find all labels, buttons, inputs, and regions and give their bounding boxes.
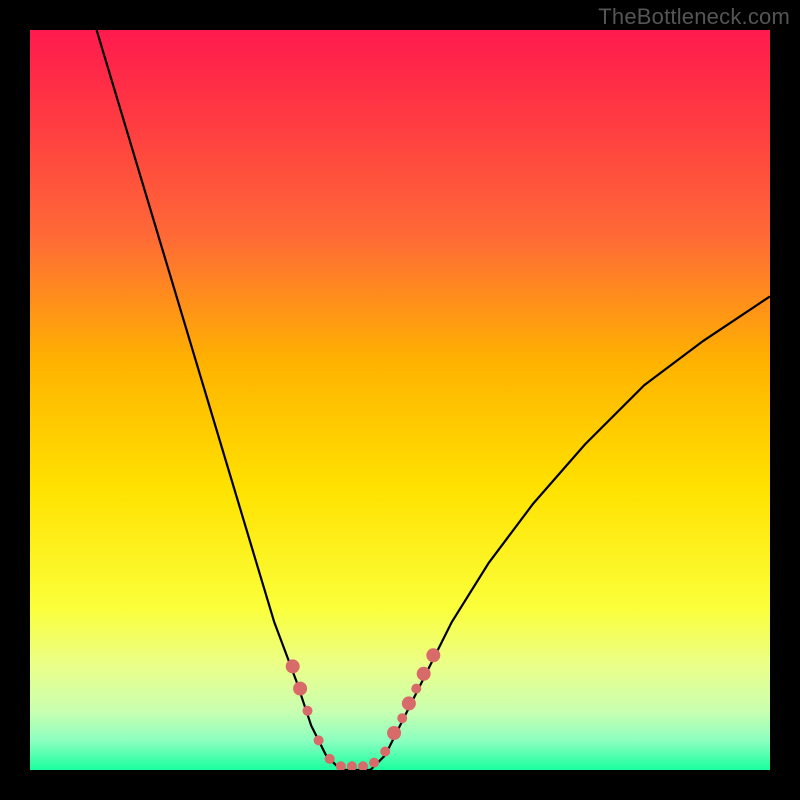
marker-dot <box>303 706 313 716</box>
marker-dot <box>426 648 440 662</box>
marker-dot <box>325 754 335 764</box>
marker-dot <box>380 747 390 757</box>
gradient-background <box>30 30 770 770</box>
marker-dot <box>411 684 421 694</box>
chart-frame: TheBottleneck.com <box>0 0 800 800</box>
marker-dot <box>369 758 379 768</box>
watermark-text: TheBottleneck.com <box>598 4 790 30</box>
marker-dot <box>286 659 300 673</box>
marker-dot <box>402 696 416 710</box>
marker-dot <box>387 726 401 740</box>
chart-svg <box>30 30 770 770</box>
marker-dot <box>293 682 307 696</box>
marker-dot <box>417 667 431 681</box>
marker-dot <box>397 713 407 723</box>
marker-dot <box>314 735 324 745</box>
plot-area <box>30 30 770 770</box>
